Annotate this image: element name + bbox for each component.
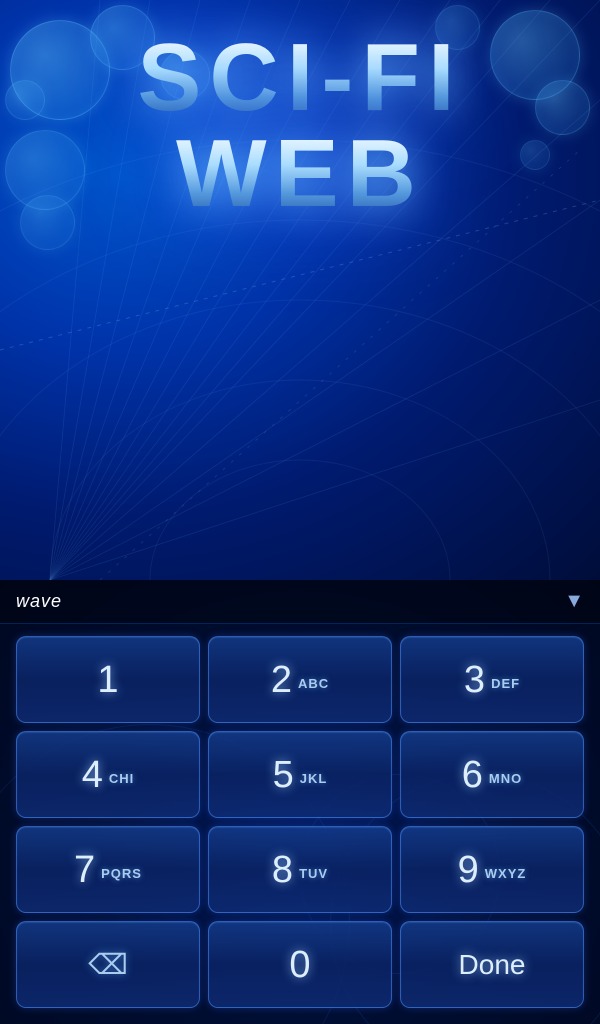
key-0-number: 0 xyxy=(289,946,310,984)
key-3-number: 3 xyxy=(464,661,485,699)
key-3-content: 3 DEF xyxy=(464,661,520,699)
key-6-content: 6 MNO xyxy=(462,756,522,794)
key-2-letters: ABC xyxy=(298,676,329,691)
key-0-button[interactable]: 0 xyxy=(208,921,392,1008)
key-4-letters: CHI xyxy=(109,771,134,786)
key-3-letters: DEF xyxy=(491,676,520,691)
wave-bar: wave ▼ xyxy=(0,580,600,624)
key-8-number: 8 xyxy=(272,851,293,889)
key-7-button[interactable]: 7 PQRS xyxy=(16,826,200,913)
title-text-line2: WEB xyxy=(0,126,600,222)
key-0-content: 0 xyxy=(289,946,310,984)
key-4-button[interactable]: 4 CHI xyxy=(16,731,200,818)
key-2-button[interactable]: 2 ABC xyxy=(208,636,392,723)
key-9-number: 9 xyxy=(458,851,479,889)
key-9-content: 9 WXYZ xyxy=(458,851,527,889)
key-7-content: 7 PQRS xyxy=(74,851,142,889)
key-5-number: 5 xyxy=(273,756,294,794)
keypad: 1 2 ABC 3 DEF 4 CHI xyxy=(0,624,600,1024)
title-text: SCI-FI xyxy=(0,30,600,126)
app: SCI-FI WEB wave ▼ 1 2 ABC xyxy=(0,0,600,1024)
key-2-content: 2 ABC xyxy=(271,661,329,699)
key-2-number: 2 xyxy=(271,661,292,699)
key-6-letters: MNO xyxy=(489,771,522,786)
key-3-button[interactable]: 3 DEF xyxy=(400,636,584,723)
key-7-letters: PQRS xyxy=(101,866,142,881)
key-8-content: 8 TUV xyxy=(272,851,328,889)
key-done-label: Done xyxy=(459,951,526,979)
key-backspace-button[interactable]: ⌫ xyxy=(16,921,200,1008)
app-title: SCI-FI WEB xyxy=(0,30,600,222)
key-4-content: 4 CHI xyxy=(82,756,135,794)
key-8-letters: TUV xyxy=(299,866,328,881)
top-background: SCI-FI WEB xyxy=(0,0,600,580)
key-1-number: 1 xyxy=(97,661,118,699)
key-6-button[interactable]: 6 MNO xyxy=(400,731,584,818)
wave-label: wave xyxy=(16,591,62,612)
keyboard-area: wave ▼ 1 2 ABC 3 DEF xyxy=(0,580,600,1024)
chevron-down-icon[interactable]: ▼ xyxy=(564,590,584,613)
backspace-icon: ⌫ xyxy=(88,948,128,981)
key-5-letters: JKL xyxy=(300,771,328,786)
key-7-number: 7 xyxy=(74,851,95,889)
key-9-letters: WXYZ xyxy=(485,866,527,881)
key-1-content: 1 xyxy=(97,661,118,699)
key-9-button[interactable]: 9 WXYZ xyxy=(400,826,584,913)
key-8-button[interactable]: 8 TUV xyxy=(208,826,392,913)
key-done-button[interactable]: Done xyxy=(400,921,584,1008)
key-5-button[interactable]: 5 JKL xyxy=(208,731,392,818)
key-5-content: 5 JKL xyxy=(273,756,328,794)
key-6-number: 6 xyxy=(462,756,483,794)
key-4-number: 4 xyxy=(82,756,103,794)
key-1-button[interactable]: 1 xyxy=(16,636,200,723)
